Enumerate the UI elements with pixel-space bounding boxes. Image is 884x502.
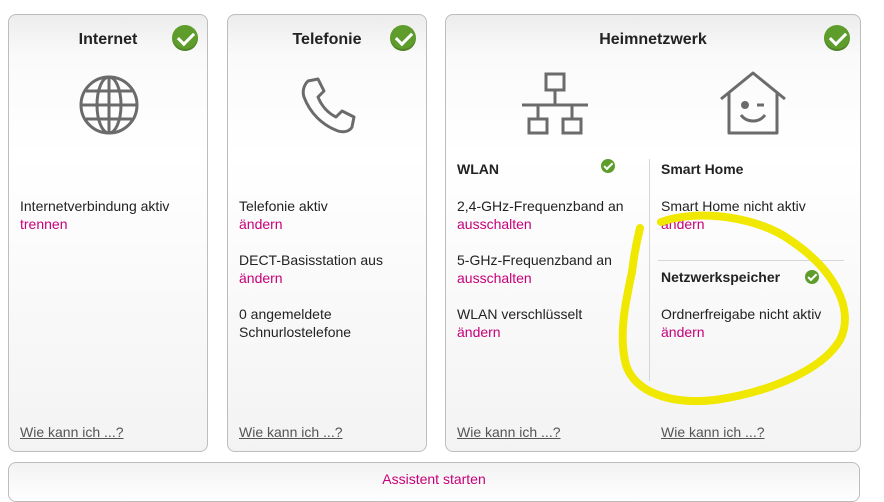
heimnetzwerk-title: Heimnetzwerk xyxy=(599,31,707,48)
assistant-bar: Assistent starten xyxy=(8,462,860,502)
smart-home-icon xyxy=(720,71,786,135)
column-divider xyxy=(649,159,650,381)
internet-disconnect-link[interactable]: trennen xyxy=(20,215,67,233)
wlan-5ghz-status: 5-GHz-Frequenzband an xyxy=(457,252,612,268)
smart-home-help-link[interactable]: Wie kann ich ...? xyxy=(661,424,765,440)
internet-status-text: Internetverbindung aktiv xyxy=(20,198,170,214)
smart-home-title: Smart Home xyxy=(661,161,744,177)
wlan-title: WLAN xyxy=(457,161,499,177)
wlan-status-check-icon xyxy=(601,159,615,173)
globe-icon xyxy=(79,75,139,135)
network-storage-status: Ordnerfreigabe nicht aktiv xyxy=(661,306,822,322)
phone-icon xyxy=(301,77,356,134)
network-storage-check-icon xyxy=(805,270,819,284)
smart-home-status: Smart Home nicht aktiv xyxy=(661,198,806,214)
smart-home-change-link[interactable]: ändern xyxy=(661,215,705,233)
start-assistant-link[interactable]: Assistent starten xyxy=(9,471,859,487)
handsets-count-line2: Schnurlostelefone xyxy=(239,324,352,340)
heimnetzwerk-status-check-icon xyxy=(824,25,850,51)
network-icon xyxy=(522,72,588,135)
wlan-5ghz-toggle-link[interactable]: ausschalten xyxy=(457,269,532,287)
dect-change-link[interactable]: ändern xyxy=(239,269,283,287)
wlan-24ghz-status: 2,4-GHz-Frequenzband an xyxy=(457,198,624,214)
dect-status-text: DECT-Basisstation aus xyxy=(239,252,383,268)
wlan-encryption-change-link[interactable]: ändern xyxy=(457,323,501,341)
telefonie-help-link[interactable]: Wie kann ich ...? xyxy=(239,424,343,440)
telefonie-card: Telefonie Telefonie aktiv ändern DECT-Ba… xyxy=(227,14,427,452)
network-storage-title: Netzwerkspeicher xyxy=(661,269,781,285)
wlan-24ghz-toggle-link[interactable]: ausschalten xyxy=(457,215,532,233)
telefonie-change-link[interactable]: ändern xyxy=(239,215,283,233)
wlan-help-link[interactable]: Wie kann ich ...? xyxy=(457,424,561,440)
heimnetzwerk-card: Heimnetzwerk WLAN 2,4-GHz-Frequenzband a… xyxy=(445,14,861,452)
wlan-encryption-status: WLAN verschlüsselt xyxy=(457,306,583,322)
telefonie-status-text: Telefonie aktiv xyxy=(239,198,328,214)
handsets-count-line1: 0 angemeldete xyxy=(239,306,332,322)
network-storage-change-link[interactable]: ändern xyxy=(661,323,705,341)
internet-card: Internet Internetverbindung aktiv trenne… xyxy=(8,14,208,452)
internet-help-link[interactable]: Wie kann ich ...? xyxy=(20,424,124,440)
internet-status-check-icon xyxy=(172,25,198,51)
telefonie-status-check-icon xyxy=(390,25,416,51)
section-divider xyxy=(658,260,844,261)
